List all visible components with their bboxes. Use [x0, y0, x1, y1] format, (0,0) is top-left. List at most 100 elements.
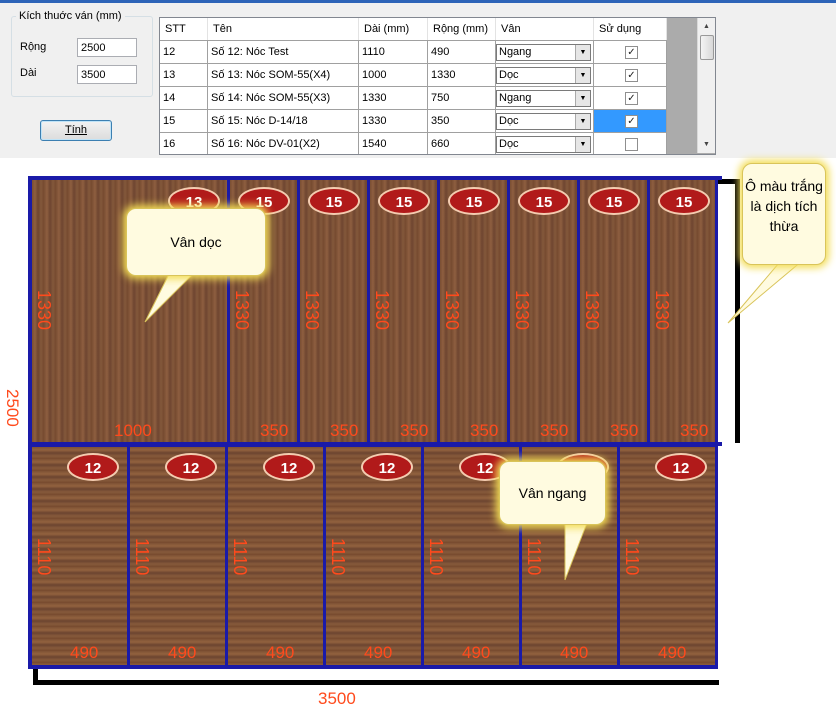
cell-su-dung[interactable]: ✓ [593, 40, 667, 64]
cell-stt[interactable]: 15 [160, 109, 208, 133]
cell-rong[interactable]: 750 [427, 86, 496, 110]
cell-rong[interactable]: 350 [427, 109, 496, 133]
piece-number-badge: 15 [378, 187, 430, 215]
van-dropdown-value: Dọc [499, 68, 519, 81]
rong-input[interactable]: 2500 [77, 38, 137, 57]
cell-dai[interactable]: 1330 [358, 86, 428, 110]
van-dropdown[interactable]: Dọc ▼ [496, 135, 591, 153]
piece-length-label: 1110 [132, 538, 152, 576]
cell-van[interactable]: Ngang ▼ [495, 40, 594, 64]
van-dropdown-value: Dọc [499, 114, 519, 127]
cell-stt[interactable]: 16 [160, 132, 208, 154]
cell-van[interactable]: Ngang ▼ [495, 86, 594, 110]
piece-number-badge: 15 [588, 187, 640, 215]
col-header-rong[interactable]: Rộng (mm) [427, 18, 496, 41]
cell-rong-text: 490 [431, 46, 450, 58]
cell-van[interactable]: Dọc ▼ [495, 63, 594, 87]
van-dropdown[interactable]: Ngang ▼ [496, 43, 591, 61]
cell-van[interactable]: Dọc ▼ [495, 132, 594, 154]
cell-ten[interactable]: Số 12: Nóc Test [207, 40, 359, 64]
van-dropdown[interactable]: Ngang ▼ [496, 89, 591, 107]
cell-su-dung[interactable]: ✓ [593, 63, 667, 87]
cell-su-dung[interactable]: ✓ [593, 86, 667, 110]
piece-number-badge: 12 [165, 453, 217, 481]
piece-width-label: 350 [330, 421, 359, 440]
piece-width-label: 490 [70, 643, 99, 662]
cell-stt[interactable]: 13 [160, 63, 208, 87]
use-checkbox[interactable]: ✓ [625, 45, 638, 59]
col-header-van[interactable]: Vân [495, 18, 594, 41]
dropdown-arrow-icon[interactable]: ▼ [575, 90, 590, 106]
table-row[interactable]: 12 Số 12: Nóc Test 1110 490 Ngang ▼ ✓ [160, 40, 667, 64]
cell-rong[interactable]: 490 [427, 40, 496, 64]
scroll-down-icon[interactable]: ▼ [698, 136, 715, 153]
van-doc-callout: Vân dọc [126, 208, 266, 276]
calculate-button[interactable]: Tính [40, 120, 112, 141]
piece-number-badge: 12 [67, 453, 119, 481]
piece-length-label: 1110 [622, 538, 642, 576]
col-header-dai[interactable]: Dài (mm) [358, 18, 428, 41]
table-row[interactable]: 16 Số 16: Nóc DV-01(X2) 1540 660 Dọc ▼ [160, 132, 667, 154]
cell-dai-text: 1110 [362, 46, 385, 58]
dropdown-arrow-icon[interactable]: ▼ [575, 136, 590, 152]
parts-table: STT Tên Dài (mm) Rộng (mm) Vân Sử dụng 1… [160, 18, 667, 154]
sheet-outline-gap [719, 443, 742, 693]
use-checkbox[interactable] [625, 137, 638, 151]
cell-rong-text: 750 [431, 92, 450, 104]
piece-number-badge: 12 [361, 453, 413, 481]
piece-width-label: 350 [400, 421, 429, 440]
sheet-height-label: 2500 [3, 389, 22, 427]
table-row[interactable]: 13 Số 13: Nóc SOM-55(X4) 1000 1330 Dọc ▼ ✓ [160, 63, 667, 87]
dropdown-arrow-icon[interactable]: ▼ [575, 44, 590, 60]
cell-ten[interactable]: Số 14: Nóc SOM-55(X3) [207, 86, 359, 110]
cell-dai[interactable]: 1540 [358, 132, 428, 154]
table-row[interactable]: 15 Số 15: Nóc D-14/18 1330 350 Dọc ▼ ✓ [160, 109, 667, 133]
cell-ten[interactable]: Số 15: Nóc D-14/18 [207, 109, 359, 133]
cell-rong-text: 660 [431, 138, 450, 150]
col-header-ten[interactable]: Tên [207, 18, 359, 41]
use-checkbox[interactable]: ✓ [625, 91, 638, 105]
dropdown-arrow-icon[interactable]: ▼ [575, 113, 590, 129]
piece-width-label: 350 [540, 421, 569, 440]
cell-ten[interactable]: Số 13: Nóc SOM-55(X4) [207, 63, 359, 87]
cell-dai-text: 1330 [362, 92, 387, 104]
cell-stt-text: 15 [163, 115, 176, 127]
scroll-up-icon[interactable]: ▲ [698, 18, 715, 35]
grid-vertical-scrollbar[interactable]: ▲ ▼ [697, 18, 715, 153]
col-header-su-dung[interactable]: Sử dụng [593, 18, 667, 41]
piece-number-badge: 12 [263, 453, 315, 481]
dropdown-arrow-icon[interactable]: ▼ [575, 67, 590, 83]
calculate-button-label: Tính [64, 124, 87, 136]
cell-ten[interactable]: Số 16: Nóc DV-01(X2) [207, 132, 359, 154]
col-header-stt[interactable]: STT [160, 18, 208, 41]
cell-van[interactable]: Dọc ▼ [495, 109, 594, 133]
piece-length-label: 1110 [34, 538, 54, 576]
use-checkbox[interactable]: ✓ [625, 68, 638, 82]
cell-stt[interactable]: 12 [160, 40, 208, 64]
cell-dai[interactable]: 1330 [358, 109, 428, 133]
cell-dai[interactable]: 1000 [358, 63, 428, 87]
van-dropdown-value: Ngang [499, 45, 532, 58]
piece-length-label: 1110 [426, 538, 446, 576]
cell-rong[interactable]: 660 [427, 132, 496, 154]
piece-number-badge: 12 [655, 453, 707, 481]
parts-grid[interactable]: STT Tên Dài (mm) Rộng (mm) Vân Sử dụng 1… [159, 17, 716, 155]
van-dropdown-value: Dọc [499, 137, 519, 150]
cell-su-dung[interactable] [593, 132, 667, 154]
cell-stt-text: 12 [163, 46, 176, 58]
scroll-thumb[interactable] [700, 35, 714, 60]
piece-length-label: 1330 [232, 290, 252, 331]
cell-dai[interactable]: 1110 [358, 40, 428, 64]
van-ngang-callout: Vân ngang [499, 461, 606, 525]
cell-stt[interactable]: 14 [160, 86, 208, 110]
cell-su-dung[interactable]: ✓ [593, 109, 667, 133]
cell-rong[interactable]: 1330 [427, 63, 496, 87]
piece-number-badge: 15 [658, 187, 710, 215]
cell-ten-text: Số 16: Nóc DV-01(X2) [211, 138, 320, 150]
piece-number-badge: 15 [518, 187, 570, 215]
use-checkbox[interactable]: ✓ [625, 114, 638, 128]
van-dropdown[interactable]: Dọc ▼ [496, 112, 591, 130]
table-row[interactable]: 14 Số 14: Nóc SOM-55(X3) 1330 750 Ngang ▼ ✓ [160, 86, 667, 110]
van-dropdown[interactable]: Dọc ▼ [496, 66, 591, 84]
dai-input[interactable]: 3500 [77, 65, 137, 84]
